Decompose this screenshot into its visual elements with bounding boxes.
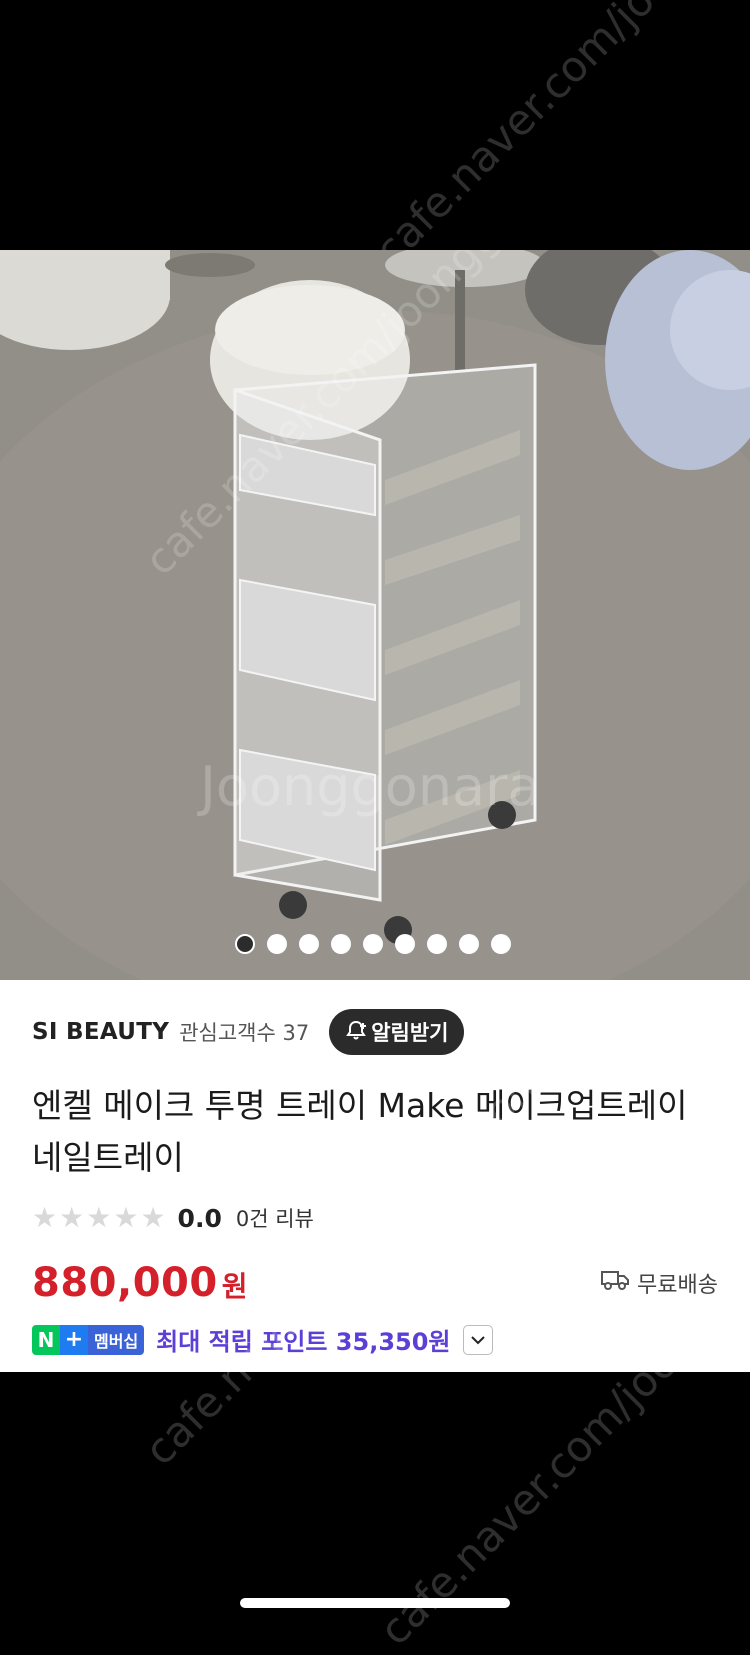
price-currency: 원	[221, 1270, 248, 1303]
price-value: 880,000	[32, 1260, 218, 1306]
notify-button[interactable]: 알림받기	[329, 1009, 465, 1055]
naver-n-icon: N	[32, 1324, 60, 1355]
rating-stars: ★ ★ ★ ★ ★	[32, 1204, 166, 1232]
bell-plus-icon	[345, 1019, 367, 1046]
pagination-dot[interactable]	[363, 934, 383, 954]
plus-icon: +	[60, 1324, 88, 1355]
product-info-panel: SI BEAUTY 관심고객수 37 알림받기 엔켈 메이크 투명 트레이 Ma…	[0, 980, 750, 1372]
review-count[interactable]: 0건 리뷰	[236, 1203, 314, 1233]
pagination-dot[interactable]	[235, 934, 255, 954]
notify-label: 알림받기	[371, 1021, 449, 1045]
pagination-dot[interactable]	[427, 934, 447, 954]
pagination-dot[interactable]	[267, 934, 287, 954]
membership-label: 멤버십	[88, 1324, 145, 1355]
watermark-brand: Joonggonara	[200, 755, 541, 818]
star-icon: ★	[86, 1201, 112, 1234]
pagination-dot[interactable]	[299, 934, 319, 954]
rating-value: 0.0	[177, 1203, 222, 1233]
star-icon: ★	[140, 1201, 166, 1234]
pagination-dot[interactable]	[491, 934, 511, 954]
product-image[interactable]: cafe.naver.com/joonggonara Joonggonara	[0, 250, 750, 980]
price: 880,000 원	[32, 1260, 247, 1306]
pagination-dot[interactable]	[331, 934, 351, 954]
pagination-dot[interactable]	[395, 934, 415, 954]
follower-count: 관심고객수 37	[179, 1021, 310, 1045]
star-icon: ★	[113, 1201, 139, 1234]
seller-name[interactable]: SI BEAUTY	[32, 1019, 169, 1045]
seller-row: SI BEAUTY 관심고객수 37 알림받기	[32, 1008, 465, 1056]
watermark-text: cafe.naver.com/joonggonara	[365, 0, 750, 275]
image-pagination	[0, 933, 750, 955]
rating-row[interactable]: ★ ★ ★ ★ ★ 0.0 0건 리뷰	[32, 1198, 314, 1238]
truck-icon	[601, 1269, 630, 1297]
pagination-dot[interactable]	[459, 934, 479, 954]
chevron-down-icon[interactable]	[462, 1324, 493, 1355]
product-title: 엔켈 메이크 투명 트레이 Make 메이크업트레이 네일트레이	[32, 1086, 688, 1177]
naver-membership-badge: N + 멤버십	[32, 1324, 145, 1355]
home-indicator[interactable]	[240, 1598, 510, 1608]
star-icon: ★	[32, 1201, 58, 1234]
star-icon: ★	[59, 1201, 85, 1234]
